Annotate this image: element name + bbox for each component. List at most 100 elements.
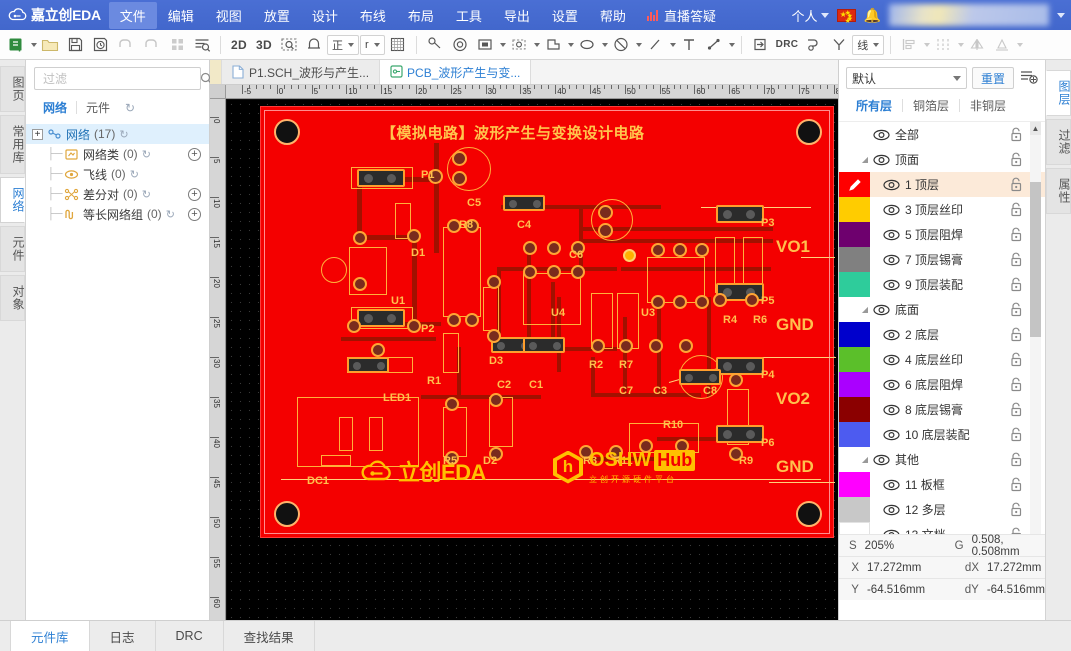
menu-item-10[interactable]: 帮助 xyxy=(589,2,637,29)
line-chevron-down-icon[interactable] xyxy=(670,43,676,47)
layer-unlocked-icon[interactable] xyxy=(1009,427,1023,442)
mirror-button[interactable] xyxy=(990,33,1014,57)
rect-pad-chevron-down-icon[interactable] xyxy=(500,43,506,47)
layer-reset-button[interactable]: 重置 xyxy=(972,67,1014,89)
redo-button[interactable] xyxy=(139,33,164,57)
layer-unlocked-icon[interactable] xyxy=(1009,177,1023,192)
bottom-tab-3[interactable]: 查找结果 xyxy=(224,621,315,651)
row-refresh-icon[interactable]: ↻ xyxy=(119,128,128,141)
scroll-thumb[interactable] xyxy=(1030,182,1041,337)
net-tree-row[interactable]: ├─飞线(0)↻ xyxy=(26,164,209,184)
menu-item-1[interactable]: 编辑 xyxy=(157,2,205,29)
visibility-eye-icon[interactable] xyxy=(870,304,892,316)
net-tree-row[interactable]: ├─等长网络组(0)↻+ xyxy=(26,204,209,224)
panelize-button[interactable] xyxy=(165,33,189,57)
keepout-chevron-down-icon[interactable] xyxy=(636,43,642,47)
visibility-eye-icon[interactable] xyxy=(880,354,902,366)
menu-item-8[interactable]: 导出 xyxy=(493,2,541,29)
visibility-eye-icon[interactable] xyxy=(880,179,902,191)
layer-color-swatch[interactable] xyxy=(839,347,870,372)
layer-unlocked-icon[interactable] xyxy=(1009,452,1023,467)
new-file-button[interactable] xyxy=(4,33,28,57)
copper-area-chevron-down-icon[interactable] xyxy=(534,43,540,47)
place-polygon-button[interactable] xyxy=(541,33,565,57)
bottom-tab-2[interactable]: DRC xyxy=(156,621,224,651)
document-tab-0[interactable]: P1.SCH_波形与产生... xyxy=(222,60,380,84)
layer-row[interactable]: 6 底层阻焊 xyxy=(839,372,1045,397)
layer-row[interactable]: ◢其他 xyxy=(839,447,1045,472)
left-panel-tab-1[interactable]: 元件 xyxy=(77,97,119,118)
undo-button[interactable] xyxy=(113,33,138,57)
save-button[interactable] xyxy=(63,33,87,57)
align-chevron-down-icon[interactable] xyxy=(924,43,930,47)
layer-filter-tab-1[interactable]: 铜箔层 xyxy=(903,95,959,116)
user-menu[interactable]: 个人 xyxy=(792,6,829,25)
bottom-tab-1[interactable]: 日志 xyxy=(90,621,156,651)
layer-color-swatch[interactable] xyxy=(839,497,870,522)
layer-unlocked-icon[interactable] xyxy=(1009,402,1023,417)
layer-row[interactable]: 9 顶层装配 xyxy=(839,272,1045,297)
row-refresh-icon[interactable]: ↻ xyxy=(142,188,151,201)
menu-item-3[interactable]: 放置 xyxy=(253,2,301,29)
distribute-chevron-down-icon[interactable] xyxy=(958,43,964,47)
filter-box[interactable] xyxy=(34,67,201,90)
visibility-eye-icon[interactable] xyxy=(880,204,902,216)
scroll-up-arrow[interactable]: ▲ xyxy=(1030,122,1041,135)
layer-unlocked-icon[interactable] xyxy=(1009,377,1023,392)
menu-item-9[interactable]: 设置 xyxy=(541,2,589,29)
net-tree-row[interactable]: +网络(17)↻ xyxy=(26,124,209,144)
live-qa-button[interactable]: 直播答疑 xyxy=(637,2,726,29)
layer-list[interactable]: 全部◢顶面1 顶层3 顶层丝印5 顶层阻焊7 顶层锡膏9 顶层装配◢底面2 底层… xyxy=(839,121,1045,583)
layer-row[interactable]: ◢顶面 xyxy=(839,147,1045,172)
layer-list-scrollbar[interactable]: ▲ ▼ xyxy=(1030,122,1041,583)
layer-row[interactable]: 12 多层 xyxy=(839,497,1045,522)
route-track-button[interactable] xyxy=(802,33,826,57)
layer-color-swatch[interactable] xyxy=(839,222,870,247)
notification-bell-icon[interactable]: 🔔 xyxy=(864,7,881,24)
row-refresh-icon[interactable]: ↻ xyxy=(142,148,151,161)
board-view-button[interactable] xyxy=(302,33,326,57)
layer-color-swatch[interactable] xyxy=(839,247,870,272)
menu-item-5[interactable]: 布线 xyxy=(349,2,397,29)
visibility-eye-icon[interactable] xyxy=(870,154,892,166)
visibility-eye-icon[interactable] xyxy=(870,454,892,466)
place-pad-button[interactable] xyxy=(423,33,447,57)
menu-item-2[interactable]: 视图 xyxy=(205,2,253,29)
layer-color-swatch[interactable] xyxy=(839,272,870,297)
layer-row[interactable]: 5 顶层阻焊 xyxy=(839,222,1045,247)
layer-row[interactable]: 全部 xyxy=(839,122,1045,147)
refresh-icon[interactable]: ↻ xyxy=(125,101,135,115)
layer-color-swatch[interactable] xyxy=(839,397,870,422)
layer-row[interactable]: 11 板框 xyxy=(839,472,1045,497)
add-item-button[interactable]: + xyxy=(188,208,201,221)
zoom-area-button[interactable] xyxy=(277,33,301,57)
layer-preset-select[interactable]: 默认 xyxy=(846,67,967,89)
net-tree-row[interactable]: ├─网络类(0)↻+ xyxy=(26,144,209,164)
layer-unlocked-icon[interactable] xyxy=(1009,127,1023,142)
layer-unlocked-icon[interactable] xyxy=(1009,202,1023,217)
differential-pair-route-button[interactable] xyxy=(827,33,851,57)
place-line-button[interactable] xyxy=(643,33,667,57)
find-list-button[interactable] xyxy=(190,33,214,57)
layer-unlocked-icon[interactable] xyxy=(1009,302,1023,317)
import-button[interactable] xyxy=(748,33,772,57)
view-2d-button[interactable]: 2D xyxy=(227,33,251,57)
menu-item-7[interactable]: 工具 xyxy=(445,2,493,29)
left-tab-4[interactable]: 对象 xyxy=(0,275,25,321)
visibility-eye-icon[interactable] xyxy=(880,229,902,241)
right-tab-1[interactable]: 过滤 xyxy=(1046,119,1071,165)
visibility-eye-icon[interactable] xyxy=(870,129,892,141)
expand-icon[interactable]: + xyxy=(32,129,43,140)
layer-row[interactable]: 3 顶层丝印 xyxy=(839,197,1045,222)
visibility-eye-icon[interactable] xyxy=(880,329,902,341)
add-item-button[interactable]: + xyxy=(188,188,201,201)
layer-unlocked-icon[interactable] xyxy=(1009,352,1023,367)
filter-input[interactable] xyxy=(41,71,200,87)
document-tab-1[interactable]: PCB_波形产生与变... xyxy=(380,60,531,84)
language-flag-icon[interactable]: ★ ★ ★ ★ ★ xyxy=(837,9,856,22)
layer-select[interactable]: 正 xyxy=(327,35,359,55)
ellipse-chevron-down-icon[interactable] xyxy=(602,43,608,47)
bottom-tab-0[interactable]: 元件库 xyxy=(10,621,90,651)
left-tab-0[interactable]: 图页 xyxy=(0,66,25,112)
save-history-button[interactable] xyxy=(88,33,112,57)
